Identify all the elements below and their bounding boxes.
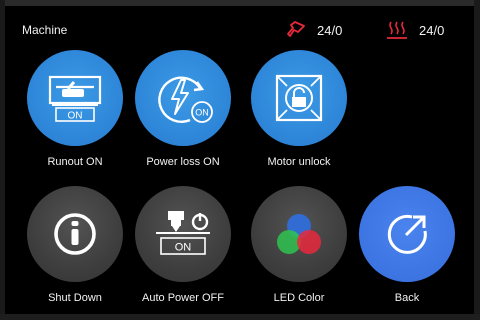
runout-label: Runout ON bbox=[47, 156, 103, 168]
machine-screen: Machine 24/0 24/0 ON Runout ON ON Power … bbox=[0, 0, 480, 320]
led-color-button[interactable]: LED Color bbox=[244, 186, 354, 304]
power-loss-label: Power loss ON bbox=[146, 156, 220, 168]
auto-power-off-label: Auto Power OFF bbox=[142, 292, 224, 304]
page-title: Machine bbox=[22, 23, 68, 37]
led-color-icon bbox=[277, 214, 321, 254]
back-button-circle[interactable] bbox=[359, 186, 455, 282]
bezel-right bbox=[474, 0, 480, 320]
auto-power-off-badge-text: ON bbox=[175, 242, 192, 254]
shut-down-label: Shut Down bbox=[48, 292, 102, 304]
led-color-button-circle[interactable] bbox=[251, 186, 347, 282]
auto-power-off-icon: ON bbox=[156, 211, 210, 255]
nozzle-temperature-value: 24/0 bbox=[317, 22, 343, 38]
auto-power-off-button-circle[interactable]: ON bbox=[135, 186, 231, 282]
motor-unlock-button[interactable]: Motor unlock bbox=[244, 50, 354, 168]
runout-button-circle[interactable]: ON bbox=[27, 50, 123, 146]
power-loss-button[interactable]: ON Power loss ON bbox=[128, 50, 238, 168]
nozzle-icon bbox=[287, 21, 305, 37]
led-color-label: LED Color bbox=[273, 292, 325, 304]
bezel-bottom bbox=[0, 314, 480, 320]
motor-unlock-icon bbox=[275, 74, 323, 122]
back-arrow-icon bbox=[387, 214, 427, 254]
power-loss-recovery-icon: ON bbox=[158, 76, 213, 123]
filament-runout-icon: ON bbox=[48, 75, 102, 122]
power-icon bbox=[54, 213, 96, 255]
bed-temperature-value: 24/0 bbox=[419, 22, 445, 38]
heated-bed-icon bbox=[387, 21, 407, 39]
bezel-left bbox=[0, 0, 5, 320]
shut-down-button-circle[interactable] bbox=[27, 186, 123, 282]
runout-badge-text: ON bbox=[68, 111, 83, 122]
runout-button[interactable]: ON Runout ON bbox=[20, 50, 130, 168]
power-loss-button-circle[interactable]: ON bbox=[135, 50, 231, 146]
back-label: Back bbox=[394, 292, 420, 304]
power-loss-badge-text: ON bbox=[195, 108, 209, 118]
bed-temperature-status: 24/0 bbox=[386, 20, 444, 40]
auto-power-off-button[interactable]: ON Auto Power OFF bbox=[128, 186, 238, 304]
nozzle-temperature-status: 24/0 bbox=[286, 20, 342, 40]
motor-unlock-label: Motor unlock bbox=[267, 156, 331, 168]
back-button[interactable]: Back bbox=[352, 186, 462, 304]
bezel-top bbox=[0, 0, 480, 6]
motor-unlock-button-circle[interactable] bbox=[251, 50, 347, 146]
shut-down-button[interactable]: Shut Down bbox=[20, 186, 130, 304]
